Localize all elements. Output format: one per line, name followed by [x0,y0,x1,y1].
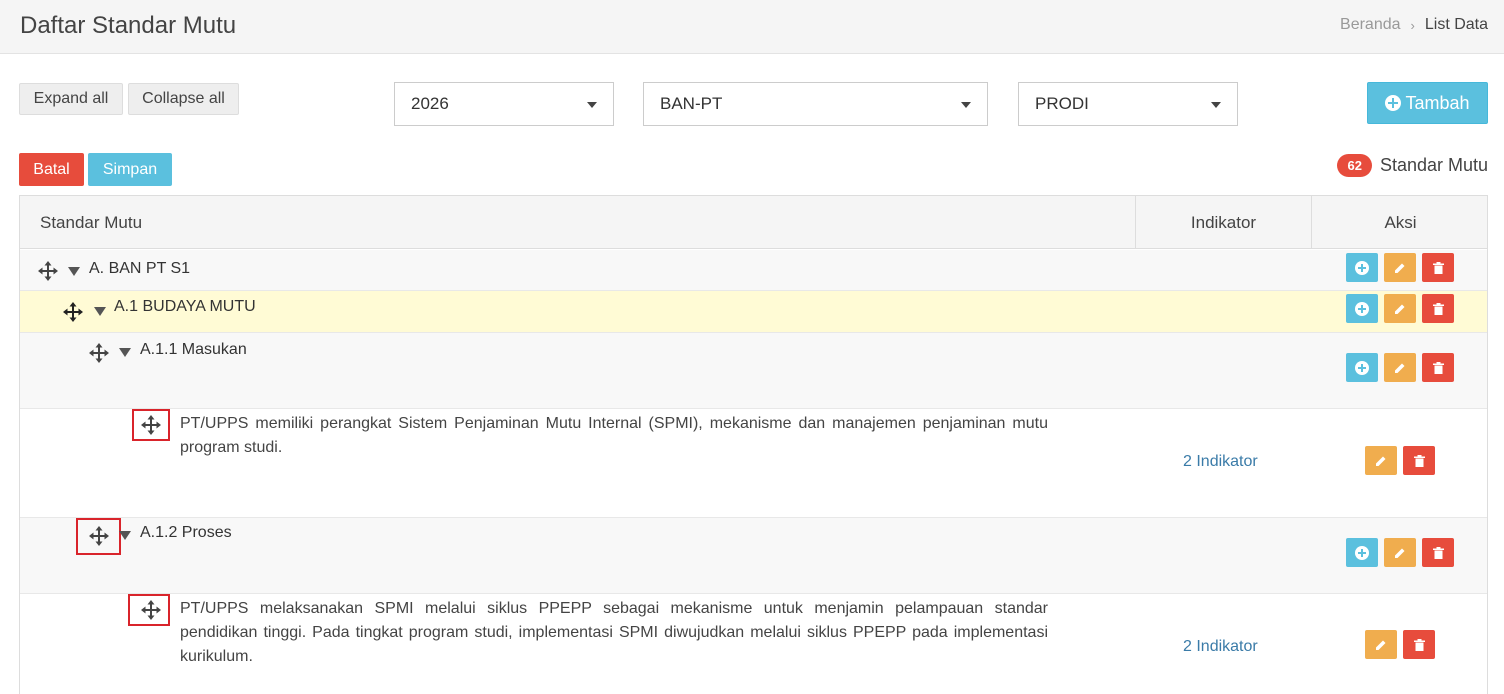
edit-button[interactable] [1384,538,1416,567]
column-header-actions: Aksi [1384,212,1417,232]
breadcrumb-home[interactable]: Beranda [1340,16,1401,34]
year-select[interactable]: 2026 [394,82,614,126]
caret-down-icon [1211,102,1221,108]
add-child-button[interactable] [1346,538,1378,567]
level-select[interactable]: PRODI [1018,82,1238,126]
triangle-down-icon[interactable] [119,531,131,540]
pencil-icon [1395,304,1405,314]
add-button[interactable]: Tambah [1367,82,1488,124]
expand-all-button[interactable]: Expand all [19,83,123,115]
plus-circle-icon [1355,545,1369,560]
page-title: Daftar Standar Mutu [20,12,237,39]
tree-row-label: A. BAN PT S1 [89,260,191,277]
move-icon[interactable] [63,302,83,322]
delete-button[interactable] [1422,538,1454,567]
save-button[interactable]: Simpan [88,153,172,186]
trash-icon [1432,361,1444,374]
move-icon[interactable] [141,415,161,435]
standard-item-row: PT/UPPS memiliki perangkat Sistem Penjam… [20,409,1487,518]
pencil-icon [1395,363,1405,373]
tree-row-label: A.1.2 Proses [140,524,232,541]
add-child-button[interactable] [1346,294,1378,323]
pencil-icon [1395,263,1405,273]
accreditor-select-value: BAN-PT [660,94,723,113]
triangle-down-icon[interactable] [94,307,106,316]
add-child-button[interactable] [1346,253,1378,282]
breadcrumb: Beranda › List Data [1340,16,1488,34]
delete-button[interactable] [1403,630,1435,659]
pencil-icon [1376,640,1386,650]
plus-circle-icon [1355,360,1369,375]
tree-row-label: A.1.1 Masukan [140,341,247,358]
cancel-button[interactable]: Batal [19,153,84,186]
tree-row-level3: A.1.2 Proses [20,518,1487,594]
year-select-value: 2026 [411,94,449,113]
standard-description: PT/UPPS memiliki perangkat Sistem Penjam… [180,415,1048,456]
edit-button[interactable] [1365,446,1397,475]
delete-button[interactable] [1422,253,1454,282]
count-badge: 62 [1337,154,1372,177]
count-label: Standar Mutu [1379,155,1488,175]
edit-button[interactable] [1384,253,1416,282]
page: Daftar Standar Mutu Beranda › List Data … [0,0,1504,694]
add-child-button[interactable] [1346,353,1378,382]
standards-table: Standar Mutu Indikator Aksi A. BAN PT S1… [19,195,1488,694]
level-select-value: PRODI [1035,94,1089,113]
column-header-standard: Standar Mutu [20,196,1136,249]
standard-description: PT/UPPS melaksanakan SPMI melalui siklus… [180,600,1048,665]
trash-icon [1432,261,1444,274]
top-bar: Daftar Standar Mutu Beranda › List Data [0,0,1504,54]
breadcrumb-current: List Data [1424,16,1488,33]
tree-row-level1: A. BAN PT S1 [20,250,1487,291]
column-header-indicator: Indikator [1136,196,1312,249]
indicator-link[interactable]: 2 Indikator [1183,453,1258,471]
move-icon[interactable] [89,526,109,546]
edit-button[interactable] [1384,353,1416,382]
accreditor-select[interactable]: BAN-PT [643,82,988,126]
standard-item-row: PT/UPPS melaksanakan SPMI melalui siklus… [20,594,1487,694]
move-icon[interactable] [141,600,161,620]
add-button-label: Tambah [1405,92,1470,113]
delete-button[interactable] [1403,446,1435,475]
edit-button[interactable] [1365,630,1397,659]
trash-icon [1432,546,1444,559]
trash-icon [1413,454,1425,467]
trash-icon [1432,302,1444,315]
delete-button[interactable] [1422,294,1454,323]
collapse-all-button[interactable]: Collapse all [128,83,239,115]
tree-row-level2: A.1 BUDAYA MUTU [20,291,1487,333]
trash-icon [1413,638,1425,651]
tree-row-level3: A.1.1 Masukan [20,333,1487,409]
pencil-icon [1395,548,1405,558]
standard-count: 62 Standar Mutu [1337,154,1488,177]
triangle-down-icon[interactable] [68,267,80,276]
triangle-down-icon[interactable] [119,348,131,357]
move-icon[interactable] [89,343,109,363]
move-icon[interactable] [38,261,58,281]
pencil-icon [1376,456,1386,466]
caret-down-icon [587,102,597,108]
plus-circle-icon [1355,260,1369,275]
delete-button[interactable] [1422,353,1454,382]
tree-row-label: A.1 BUDAYA MUTU [114,298,256,315]
caret-down-icon [961,102,971,108]
breadcrumb-separator: › [1410,17,1415,33]
plus-circle-icon [1355,301,1369,316]
plus-circle-icon [1385,95,1402,111]
table-header: Standar Mutu Indikator Aksi [20,196,1487,249]
indicator-link[interactable]: 2 Indikator [1183,638,1258,656]
edit-button[interactable] [1384,294,1416,323]
